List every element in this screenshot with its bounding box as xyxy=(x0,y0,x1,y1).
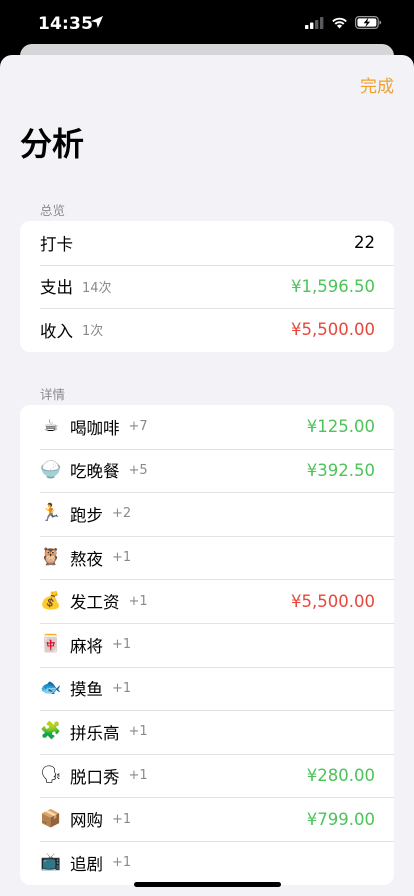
status-bar: 14:35 xyxy=(0,0,414,46)
details-section-header: 详情 xyxy=(40,387,66,402)
row-value: ¥392.50 xyxy=(306,460,375,480)
battery-charging-icon xyxy=(355,16,382,29)
row-count: +1 xyxy=(112,550,132,566)
row-count: +1 xyxy=(112,855,132,871)
done-button[interactable]: 完成 xyxy=(360,72,394,97)
overview-card: 打卡 22 支出 14次 ¥1,596.50 收入 1次 ¥5,500.00 xyxy=(20,221,394,352)
fish-icon: 🐟 xyxy=(40,677,62,698)
puzzle-piece-icon: 🧩 xyxy=(40,721,62,742)
cellular-signal-icon xyxy=(305,16,324,29)
detail-row-tv-series[interactable]: 📺 追剧 +1 xyxy=(20,840,394,885)
row-label: 吃晚餐 xyxy=(70,462,120,482)
mahjong-tile-icon: 🀄 xyxy=(40,634,62,655)
row-label: 网购 xyxy=(70,811,103,831)
detail-row-mahjong[interactable]: 🀄 麻将 +1 xyxy=(20,622,394,667)
row-value: ¥799.00 xyxy=(306,809,375,829)
row-value: 22 xyxy=(354,233,375,253)
row-count: 14次 xyxy=(82,280,112,296)
row-value: ¥5,500.00 xyxy=(291,320,375,340)
status-time: 14:35 xyxy=(38,14,94,34)
detail-row-lego[interactable]: 🧩 拼乐高 +1 xyxy=(20,710,394,754)
row-value: ¥280.00 xyxy=(306,766,375,786)
analysis-sheet: 完成 分析 总览 打卡 22 支出 14次 ¥1,596.50 收入 1次 ¥5… xyxy=(0,55,414,896)
rice-bowl-icon: 🍚 xyxy=(40,459,62,480)
row-count: +7 xyxy=(128,419,148,435)
row-label: 支出 xyxy=(40,278,73,298)
row-label: 喝咖啡 xyxy=(70,418,120,438)
row-value: ¥5,500.00 xyxy=(291,591,375,611)
row-label: 跑步 xyxy=(70,505,103,525)
row-value: ¥1,596.50 xyxy=(291,276,375,296)
row-count: +1 xyxy=(112,637,132,653)
row-label: 熬夜 xyxy=(70,549,103,569)
detail-row-payday[interactable]: 💰 发工资 +1 ¥5,500.00 xyxy=(20,579,394,623)
detail-row-coffee[interactable]: ☕ 喝咖啡 +7 ¥125.00 xyxy=(20,405,394,449)
page-title: 分析 xyxy=(20,125,85,163)
row-count: +1 xyxy=(112,811,132,827)
home-indicator[interactable] xyxy=(134,882,281,887)
row-label: 追剧 xyxy=(70,854,103,874)
row-count: +1 xyxy=(128,724,148,740)
row-count: +1 xyxy=(128,768,148,784)
row-count: +1 xyxy=(112,680,132,696)
details-card: ☕ 喝咖啡 +7 ¥125.00 🍚 吃晚餐 +5 ¥392.50 🏃 跑步 +… xyxy=(20,405,394,885)
location-arrow-icon xyxy=(91,16,103,28)
row-label: 发工资 xyxy=(70,593,120,613)
detail-row-slacking[interactable]: 🐟 摸鱼 +1 xyxy=(20,666,394,711)
owl-icon: 🦉 xyxy=(40,547,62,568)
row-count: +2 xyxy=(112,506,132,522)
row-count: 1次 xyxy=(82,324,104,340)
row-label: 收入 xyxy=(40,321,73,341)
wifi-icon xyxy=(332,17,347,28)
overview-row-income[interactable]: 收入 1次 ¥5,500.00 xyxy=(20,308,394,352)
overview-row-expense[interactable]: 支出 14次 ¥1,596.50 xyxy=(20,264,394,309)
overview-row-checkins[interactable]: 打卡 22 xyxy=(20,221,394,265)
package-icon: 📦 xyxy=(40,808,62,829)
row-label: 脱口秀 xyxy=(70,767,120,787)
row-label: 拼乐高 xyxy=(70,723,120,743)
detail-row-standup-comedy[interactable]: 🗣 脱口秀 +1 ¥280.00 xyxy=(20,753,394,798)
row-count: +5 xyxy=(128,462,148,478)
television-icon: 📺 xyxy=(40,852,62,873)
runner-icon: 🏃 xyxy=(40,503,62,524)
row-label: 麻将 xyxy=(70,636,103,656)
detail-row-running[interactable]: 🏃 跑步 +2 xyxy=(20,492,394,536)
status-indicators xyxy=(305,16,382,29)
detail-row-online-shopping[interactable]: 📦 网购 +1 ¥799.00 xyxy=(20,797,394,841)
coffee-icon: ☕ xyxy=(43,416,59,437)
detail-row-late-night[interactable]: 🦉 熬夜 +1 xyxy=(20,535,394,580)
money-bag-icon: 💰 xyxy=(40,590,62,611)
detail-row-dinner[interactable]: 🍚 吃晚餐 +5 ¥392.50 xyxy=(20,448,394,493)
overview-section-header: 总览 xyxy=(40,203,66,218)
speaking-head-icon: 🗣 xyxy=(40,765,62,786)
row-label: 打卡 xyxy=(40,234,73,254)
row-count: +1 xyxy=(128,593,148,609)
row-label: 摸鱼 xyxy=(70,680,103,700)
row-value: ¥125.00 xyxy=(306,417,375,437)
